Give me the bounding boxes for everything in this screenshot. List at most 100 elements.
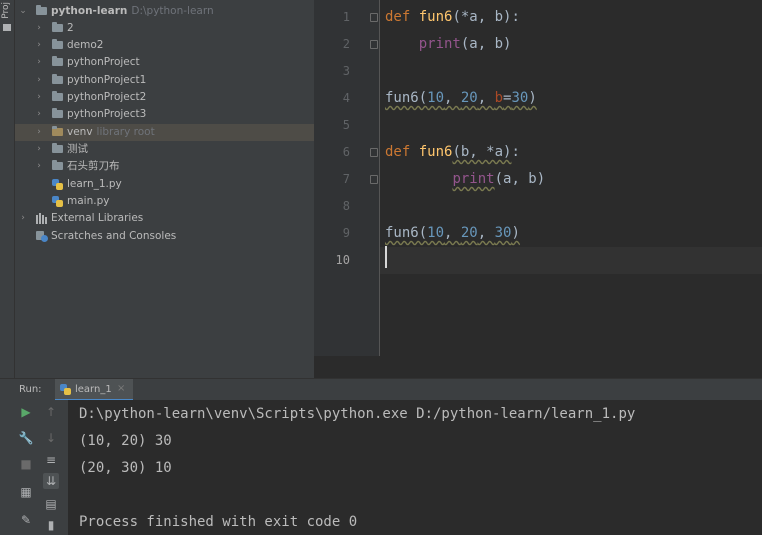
line-number: 8	[342, 199, 350, 213]
tree-item-venv[interactable]: › venv library root	[15, 124, 314, 141]
trash-icon[interactable]: ▮	[43, 517, 59, 533]
print-icon[interactable]: ▤	[43, 496, 59, 512]
tree-item-label: venv	[67, 126, 93, 138]
tree-item-external-libraries[interactable]: › External Libraries	[15, 210, 314, 227]
tree-root-python-learn[interactable]: ⌄ python-learn D:\python-learn	[15, 3, 314, 20]
run-label: Run:	[19, 384, 42, 395]
code-line-6: def fun6(b, *a):	[385, 144, 520, 160]
layout-icon[interactable]: ▦	[18, 484, 34, 500]
tree-item-label: main.py	[67, 195, 110, 207]
tree-item-label: 石头剪刀布	[67, 160, 120, 172]
scroll-to-end-icon[interactable]: ⇊	[43, 473, 59, 489]
tree-root-path: D:\python-learn	[131, 5, 214, 17]
arrow-down-icon[interactable]: ↓	[43, 430, 59, 446]
wrench-icon[interactable]: 🔧	[18, 430, 34, 446]
python-file-icon	[60, 384, 71, 395]
fold-collapse-icon[interactable]	[370, 13, 378, 22]
folder-icon	[52, 143, 63, 153]
pin-icon[interactable]: ✎	[18, 512, 34, 528]
run-tab-learn1[interactable]: learn_1 ×	[55, 379, 133, 401]
tree-item-main-py[interactable]: main.py	[15, 193, 314, 210]
tree-item-ceshi[interactable]: › 测试	[15, 141, 314, 158]
library-icon	[36, 213, 48, 224]
scratches-icon	[36, 231, 48, 242]
code-editor[interactable]: def fun6(*a, b): print(a, b) fun6(10, 20…	[380, 0, 762, 356]
chevron-right-icon[interactable]: ›	[34, 141, 44, 158]
code-line-4: fun6(10, 20, b=30)	[385, 90, 537, 106]
stop-icon[interactable]: ■	[18, 456, 34, 472]
folder-icon	[36, 5, 47, 15]
tree-item-pythonproject2[interactable]: › pythonProject2	[15, 89, 314, 106]
python-file-icon	[52, 179, 63, 190]
chevron-right-icon[interactable]: ›	[34, 158, 44, 175]
project-tool-label[interactable]: Proj	[1, 2, 11, 19]
project-tree-panel: ⌄ python-learn D:\python-learn › 2 › demo…	[15, 0, 314, 378]
chevron-right-icon[interactable]: ›	[34, 106, 44, 123]
soft-wrap-icon[interactable]: ≡	[43, 452, 59, 468]
line-number: 1	[342, 10, 350, 24]
tree-root-label: python-learn	[51, 5, 128, 17]
run-panel-header: Run: learn_1 ×	[0, 378, 762, 401]
chevron-right-icon[interactable]: ›	[34, 54, 44, 71]
tree-item-shitou[interactable]: › 石头剪刀布	[15, 158, 314, 175]
line-number: 6	[342, 145, 350, 159]
tree-item-label: 2	[67, 22, 74, 34]
tree-item-2[interactable]: › 2	[15, 20, 314, 37]
chevron-right-icon[interactable]: ›	[18, 210, 28, 227]
fold-collapse-icon[interactable]	[370, 148, 378, 157]
folder-icon	[52, 56, 63, 66]
run-tab-label: learn_1	[75, 384, 112, 395]
chevron-right-icon[interactable]: ›	[34, 72, 44, 89]
line-number: 4	[342, 91, 350, 105]
chevron-right-icon[interactable]: ›	[34, 20, 44, 37]
tree-item-pythonproject[interactable]: › pythonProject	[15, 54, 314, 71]
editor-gutter[interactable]: 1 2 3 4 5 6 7 8 9 10	[314, 0, 379, 356]
editor-bottom-area	[314, 356, 762, 378]
tree-item-pythonproject3[interactable]: › pythonProject3	[15, 106, 314, 123]
folder-icon	[52, 22, 63, 32]
chevron-down-icon[interactable]: ⌄	[18, 3, 28, 20]
tree-item-label: External Libraries	[51, 212, 144, 224]
tree-item-label: 测试	[67, 143, 88, 155]
tree-item-learn1-py[interactable]: learn_1.py	[15, 176, 314, 193]
tree-item-label: pythonProject2	[67, 91, 147, 103]
console-line: D:\python-learn\venv\Scripts\python.exe …	[79, 406, 636, 422]
console-output[interactable]: D:\python-learn\venv\Scripts\python.exe …	[68, 400, 762, 535]
tree-item-label: pythonProject1	[67, 74, 147, 86]
line-number: 5	[342, 118, 350, 132]
folder-icon	[52, 39, 63, 49]
fold-end-icon[interactable]	[370, 175, 378, 184]
chevron-right-icon[interactable]: ›	[34, 37, 44, 54]
python-file-icon	[52, 196, 63, 207]
rerun-icon[interactable]: ▶	[18, 404, 34, 420]
tree-item-pythonproject1[interactable]: › pythonProject1	[15, 72, 314, 89]
tree-item-label: learn_1.py	[67, 178, 122, 190]
chevron-right-icon[interactable]: ›	[34, 124, 44, 141]
text-caret	[385, 246, 387, 268]
code-line-1: def fun6(*a, b):	[385, 9, 520, 25]
folder-icon	[52, 91, 63, 101]
tree-item-label: demo2	[67, 39, 104, 51]
chevron-right-icon[interactable]: ›	[34, 89, 44, 106]
tree-item-label: Scratches and Consoles	[51, 230, 177, 242]
close-icon[interactable]: ×	[117, 383, 125, 394]
arrow-up-icon[interactable]: ↑	[43, 404, 59, 420]
tree-item-scratches[interactable]: Scratches and Consoles	[15, 228, 314, 245]
tree-item-demo2[interactable]: › demo2	[15, 37, 314, 54]
tree-item-label: pythonProject	[67, 56, 140, 68]
console-line: (10, 20) 30	[79, 433, 172, 449]
library-root-hint: library root	[96, 126, 155, 138]
line-number: 9	[342, 226, 350, 240]
fold-end-icon[interactable]	[370, 40, 378, 49]
line-number: 7	[342, 172, 350, 186]
project-tool-stripe[interactable]: Proj	[0, 0, 15, 378]
folder-icon	[52, 160, 63, 170]
folder-icon	[52, 126, 63, 136]
tree-item-label: pythonProject3	[67, 108, 147, 120]
run-toolbar: ▶ 🔧 ■ ▦ ✎ ↑ ↓ ≡ ⇊ ▤ ▮	[0, 400, 68, 535]
project-tool-icon[interactable]	[3, 24, 11, 31]
folder-icon	[52, 108, 63, 118]
line-number: 2	[342, 37, 350, 51]
